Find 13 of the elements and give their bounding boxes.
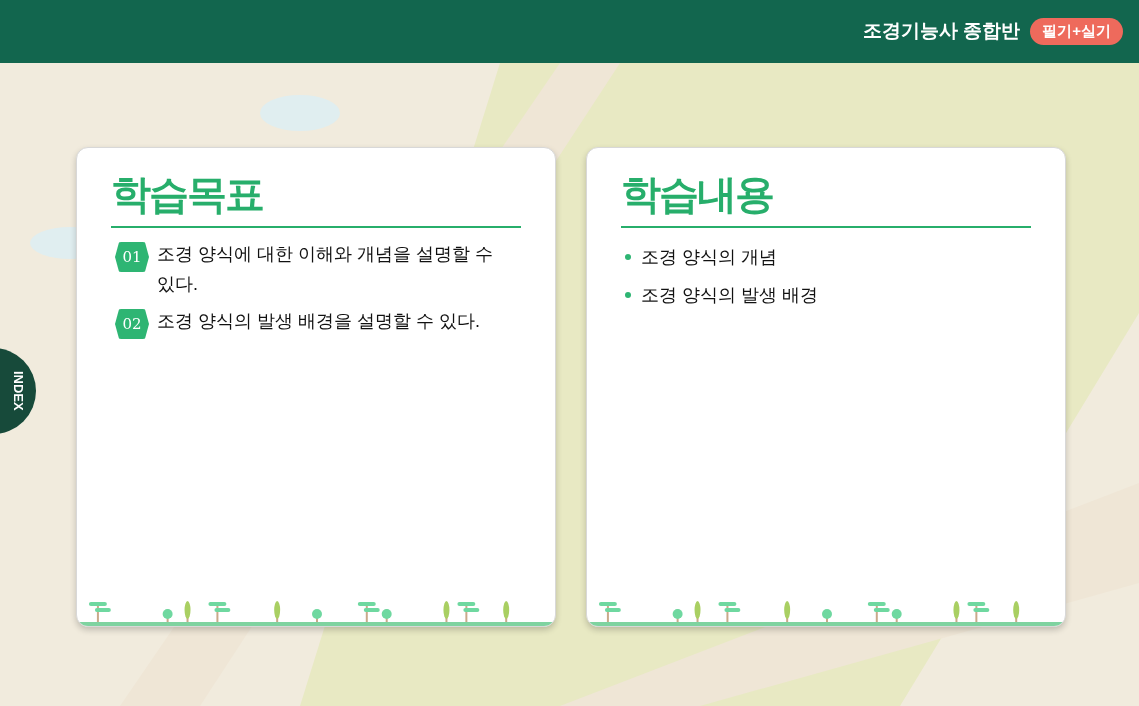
card-title: 학습목표 — [111, 172, 263, 216]
objective-text: 조경 양식의 발생 배경을 설명할 수 있다. — [157, 310, 480, 333]
content-text: 조경 양식의 발생 배경 — [641, 284, 818, 307]
index-tab[interactable]: INDEX — [0, 348, 36, 434]
objective-text: 조경 양식에 대한 이해와 개념을 설명할 수 있다. — [157, 243, 494, 296]
number-badge: 01 — [115, 242, 149, 272]
bullet-icon — [625, 292, 631, 298]
course-title: 조경기능사 종합반 — [862, 19, 1021, 44]
course-badge: 필기+실기 — [1030, 18, 1123, 45]
number-badge: 02 — [115, 309, 149, 339]
card-title: 학습내용 — [621, 172, 773, 216]
content-text: 조경 양식의 개념 — [641, 246, 777, 269]
bullet-icon — [625, 254, 631, 260]
